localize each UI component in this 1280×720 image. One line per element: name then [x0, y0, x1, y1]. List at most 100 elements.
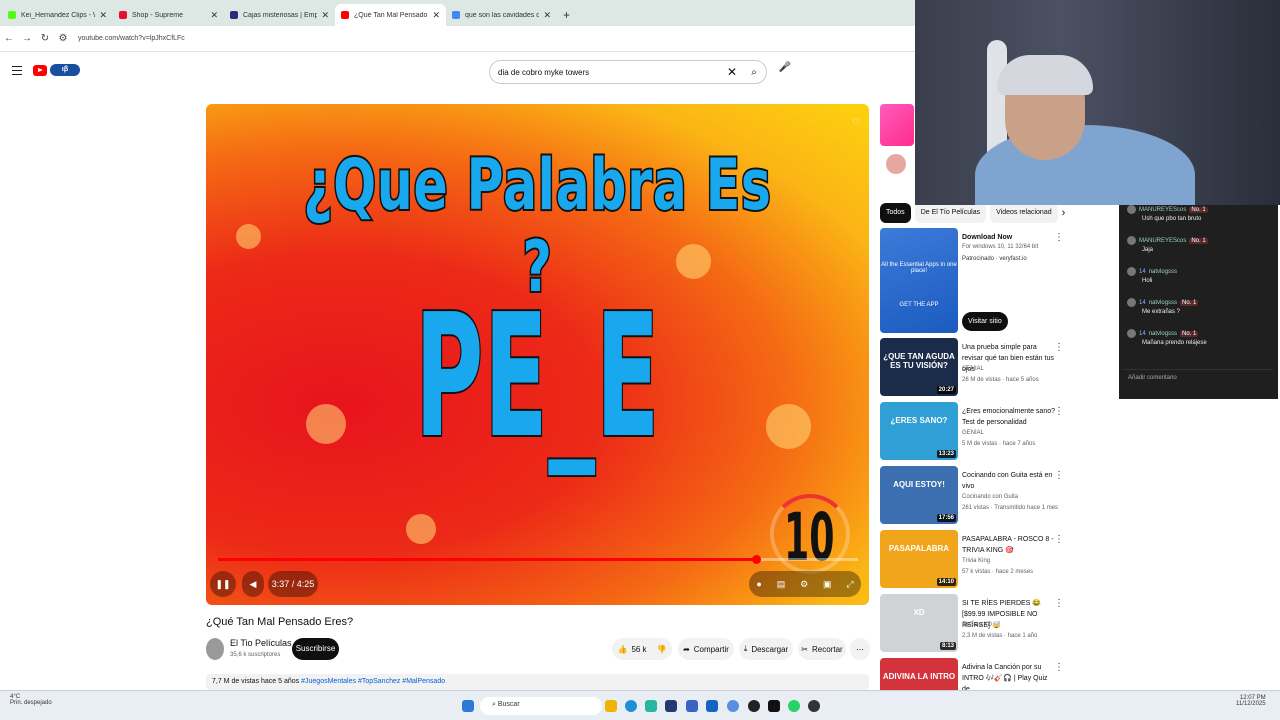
youtube-logo-icon[interactable]: [33, 65, 47, 76]
app-l-icon[interactable]: [665, 700, 677, 712]
chat-username[interactable]: MANUREYESco​s: [1139, 207, 1186, 213]
description-box[interactable]: 7,7 M de vistas hace 5 años #JuegosMenta…: [206, 674, 869, 690]
ad-thumbnail[interactable]: All the Essential Apps in one place! GET…: [880, 228, 958, 333]
channel-name[interactable]: El Tio Películas: [230, 638, 292, 648]
share-button[interactable]: ➦ Compartir: [678, 638, 734, 660]
video-thumbnail[interactable]: ¿ERES SANO? 13:23: [880, 402, 958, 460]
fullscreen-icon[interactable]: ⤢: [846, 579, 853, 590]
search-icon[interactable]: ⌕: [742, 67, 766, 78]
weather-widget[interactable]: 4°C Prin. despejado: [10, 694, 52, 706]
system-clock[interactable]: 12:07 PM 11/12/2025: [1236, 695, 1266, 707]
close-tab-icon[interactable]: ✕: [210, 10, 218, 21]
video-thumbnail[interactable]: AQUI ESTOY! 17:56: [880, 466, 958, 524]
like-count[interactable]: 56 k: [631, 645, 646, 654]
recommended-video[interactable]: ¿ERES SANO? 13:23 ¿Eres emocionalmente san…: [880, 402, 1070, 462]
media-icon[interactable]: [808, 700, 820, 712]
vscode-icon[interactable]: [706, 700, 718, 712]
tiktok-icon[interactable]: [768, 700, 780, 712]
video-thumbnail[interactable]: ¿QUE TAN AGUDA ES TU VISIÓN? 20:27: [880, 338, 958, 396]
more-icon[interactable]: ⋮: [1054, 598, 1064, 609]
description-tags[interactable]: #JuegosMentales #TopSanchez #MalPensado: [301, 678, 445, 685]
pause-button[interactable]: ❚❚: [210, 571, 236, 597]
browser-tab[interactable]: que son las cavidades del coraz✕: [446, 4, 557, 26]
download-button[interactable]: ⤓ Descargar: [739, 638, 793, 660]
close-tab-icon[interactable]: ✕: [99, 10, 107, 21]
reload-icon[interactable]: ↻: [36, 33, 54, 44]
chat-username[interactable]: natvlogsss: [1149, 331, 1177, 337]
progress-bar[interactable]: [218, 555, 858, 564]
clip-button[interactable]: ✂ Recortar: [798, 638, 846, 660]
miniplayer-icon[interactable]: ▣: [823, 579, 832, 590]
dislike-icon[interactable]: 👎: [657, 645, 667, 654]
settings-icon[interactable]: ⚙: [800, 579, 808, 590]
recommended-video[interactable]: XD 8:13 SI TE RÍES PIERDES 😂 [$99.99 IMPOS…: [880, 594, 1070, 654]
more-icon[interactable]: ⋮: [1054, 662, 1064, 673]
back-icon[interactable]: ←: [0, 33, 18, 44]
progress-knob[interactable]: [751, 555, 761, 564]
rec-channel[interactable]: GENIAL: [962, 430, 984, 436]
forward-icon[interactable]: →: [18, 33, 36, 44]
mic-icon[interactable]: 🎤: [776, 62, 794, 80]
search-box[interactable]: dia de cobro myke towers ✕ ⌕: [489, 60, 767, 84]
app-icon[interactable]: [645, 700, 657, 712]
channel-avatar[interactable]: [206, 638, 224, 660]
browser-tab[interactable]: Cajas misteriosas | EmpireDrop✕: [224, 4, 335, 26]
chat-username[interactable]: natvlogsss: [1149, 300, 1177, 306]
close-tab-icon[interactable]: ✕: [432, 10, 440, 21]
chat-input[interactable]: Añadir comentario: [1123, 369, 1273, 387]
menu-icon[interactable]: [12, 66, 22, 75]
rec-title[interactable]: PASAPALABRA - ROSCO 8 - TRIVIA KING 🎯: [962, 534, 1058, 556]
recommended-video[interactable]: ¿QUE TAN AGUDA ES TU VISIÓN? 20:27 Una pru…: [880, 338, 1070, 398]
more-icon[interactable]: ⋮: [1054, 406, 1064, 417]
rec-title[interactable]: ¿Eres emocionalmente sano? Test de perso…: [962, 406, 1058, 428]
search-input[interactable]: dia de cobro myke towers: [498, 68, 589, 77]
browser-tab[interactable]: Shop - Supreme ✕: [113, 4, 224, 26]
more-icon[interactable]: ⋮: [1054, 342, 1064, 353]
chrome-icon[interactable]: [727, 700, 739, 712]
more-icon[interactable]: ⋮: [1054, 232, 1064, 243]
recommended-video[interactable]: PASAPALABRA 14:10 PASAPALABRA - ROSCO 8 - …: [880, 530, 1070, 590]
chip-all[interactable]: Todos: [880, 203, 911, 223]
ad-card[interactable]: All the Essential Apps in one place! GET…: [880, 228, 1070, 336]
subtitles-icon[interactable]: ▤: [777, 579, 786, 590]
whatsapp-icon[interactable]: [788, 700, 800, 712]
chip-channel[interactable]: De El Tío Películas: [914, 203, 987, 223]
url-field[interactable]: youtube.com/watch?v=lpJhxCfLFc: [78, 35, 185, 42]
edge-icon[interactable]: [625, 700, 637, 712]
more-icon[interactable]: ⋮: [1054, 470, 1064, 481]
video-player[interactable]: ¿Que Palabra Es ? PE_E 10 ◌ ❚❚ ◀ 3:37 / …: [206, 104, 869, 605]
chevron-right-icon[interactable]: ›: [1062, 207, 1066, 219]
explorer-icon[interactable]: [605, 700, 617, 712]
visit-site-button[interactable]: Visitar sitio: [962, 312, 1008, 331]
ad-title[interactable]: Download Now: [962, 232, 1058, 243]
rec-channel[interactable]: Trivia King: [962, 558, 990, 564]
new-tab-icon[interactable]: +: [557, 8, 576, 26]
windows-start-icon[interactable]: [462, 700, 474, 712]
chat-username[interactable]: natvlogsss: [1149, 269, 1177, 275]
clear-search-icon[interactable]: ✕: [722, 65, 742, 79]
video-thumbnail[interactable]: XD 8:13: [880, 594, 958, 652]
rec-channel[interactable]: GENIAL: [962, 366, 984, 372]
site-info-icon[interactable]: ⚙: [54, 33, 72, 44]
recommended-video[interactable]: AQUI ESTOY! 17:56 Cocinando con Guita está…: [880, 466, 1070, 526]
more-actions-icon[interactable]: ⋯: [850, 638, 870, 660]
like-icon[interactable]: 👍: [617, 645, 627, 654]
volume-icon[interactable]: ◀: [242, 571, 264, 597]
taskbar-search[interactable]: ⌕ Buscar: [480, 697, 602, 715]
chat-username[interactable]: MANUREYESco​s: [1139, 238, 1186, 244]
close-tab-icon[interactable]: ✕: [543, 10, 551, 21]
rec-channel[interactable]: El Gato XD: [962, 622, 992, 628]
subscribe-button[interactable]: Suscribirse: [292, 638, 339, 660]
chip-related[interactable]: Videos relacionad: [990, 203, 1058, 223]
autoplay-icon[interactable]: ◌: [852, 115, 859, 127]
autoplay-toggle-icon[interactable]: ●: [756, 579, 761, 589]
browser-tab[interactable]: Kei_Hernandez Clips - Watch t ✕: [2, 4, 113, 26]
github-icon[interactable]: [748, 700, 760, 712]
sidebar-banner[interactable]: [880, 104, 914, 146]
app-icon-2[interactable]: [686, 700, 698, 712]
video-thumbnail[interactable]: PASAPALABRA 14:10: [880, 530, 958, 588]
browser-tab[interactable]: ¿Qué Tan Mal Pensado Eres? ✕: [335, 4, 446, 26]
rec-channel[interactable]: Cocinando con Guita: [962, 494, 1018, 500]
close-tab-icon[interactable]: ✕: [321, 10, 329, 21]
more-icon[interactable]: ⋮: [1054, 534, 1064, 545]
